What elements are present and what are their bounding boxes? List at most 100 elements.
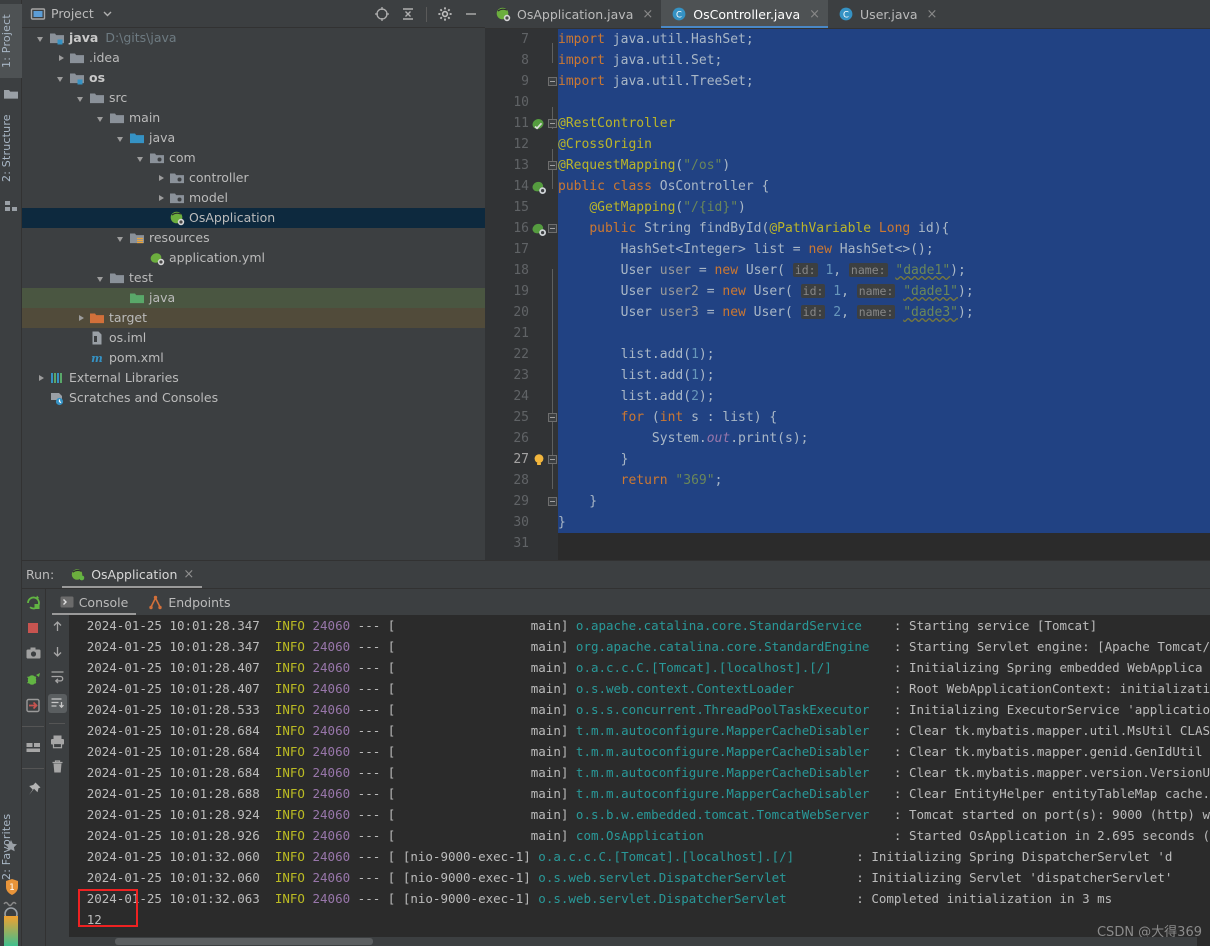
fold-toggle-icon[interactable] bbox=[548, 119, 557, 128]
tree-item-main[interactable]: main bbox=[22, 108, 485, 128]
tree-item-src[interactable]: src bbox=[22, 88, 485, 108]
tree-item-test[interactable]: test bbox=[22, 268, 485, 288]
fold-toggle-icon[interactable] bbox=[548, 455, 557, 464]
line-number: 30 bbox=[513, 515, 529, 530]
minimize-icon[interactable] bbox=[463, 6, 479, 22]
tree-item-java[interactable]: java bbox=[22, 288, 485, 308]
class-icon: C bbox=[838, 6, 854, 22]
console-pane: Console Endpoints CSDN @大得369 2024-01-25… bbox=[45, 589, 1210, 946]
code-editor[interactable]: 7 import java.util.HashSet; 8 import java.u… bbox=[485, 29, 1210, 560]
close-tab-icon[interactable]: × bbox=[809, 7, 820, 22]
console-output[interactable]: CSDN @大得369 2024-01-25 10:01:28.347 INFO… bbox=[68, 615, 1210, 946]
chevron-right-icon[interactable] bbox=[156, 193, 167, 204]
project-chevron-down-icon[interactable] bbox=[102, 8, 113, 19]
fold-toggle-icon[interactable] bbox=[548, 161, 557, 170]
fold-toggle-icon[interactable] bbox=[548, 497, 557, 506]
fold-toggle-icon[interactable] bbox=[548, 77, 557, 86]
layout-icon[interactable] bbox=[25, 739, 42, 756]
intention-bulb-icon[interactable] bbox=[531, 452, 546, 467]
problems-badge-icon[interactable]: 1 bbox=[3, 878, 21, 896]
editor-tab-osapplication-java[interactable]: OsApplication.java × bbox=[485, 0, 661, 28]
chevron-down-icon[interactable] bbox=[56, 73, 67, 84]
code-line-27: 27 } bbox=[485, 449, 1210, 470]
chevron-right-icon[interactable] bbox=[156, 173, 167, 184]
tree-item-os[interactable]: os bbox=[22, 68, 485, 88]
line-number: 24 bbox=[513, 389, 529, 404]
fold-toggle-icon[interactable] bbox=[548, 224, 557, 233]
tree-item-java[interactable]: java D:\gits\java bbox=[22, 28, 485, 48]
tree-item-controller[interactable]: controller bbox=[22, 168, 485, 188]
run-config-tab[interactable]: OsApplication × bbox=[62, 561, 203, 588]
print-icon[interactable] bbox=[50, 734, 65, 749]
tree-item-external-libraries[interactable]: External Libraries bbox=[22, 368, 485, 388]
spring-endpoint-icon[interactable] bbox=[531, 221, 546, 236]
line-number: 9 bbox=[521, 74, 529, 89]
console-scroll-thumb[interactable] bbox=[114, 938, 373, 945]
tree-item-model[interactable]: model bbox=[22, 188, 485, 208]
locate-icon[interactable] bbox=[374, 6, 390, 22]
tool-tab-structure[interactable]: 2: Structure bbox=[0, 104, 22, 192]
structure-strip-icon[interactable] bbox=[3, 198, 19, 214]
libraries-icon bbox=[49, 370, 65, 386]
spring-endpoint-icon[interactable] bbox=[531, 179, 546, 194]
tree-item-resources[interactable]: resources bbox=[22, 228, 485, 248]
tree-item-osapplication[interactable]: OsApplication bbox=[22, 208, 485, 228]
soft-wrap-icon[interactable] bbox=[50, 669, 65, 684]
console-horizontal-scrollbar[interactable] bbox=[68, 937, 1197, 946]
code-line-21: 21 bbox=[485, 323, 1210, 344]
editor-tab-user-java[interactable]: C User.java × bbox=[828, 0, 945, 28]
chevron-down-icon[interactable] bbox=[96, 273, 107, 284]
scroll-down-icon[interactable] bbox=[50, 644, 65, 659]
tab-endpoints[interactable]: Endpoints bbox=[140, 590, 238, 615]
code-line-17: 17 HashSet<Integer> list = new HashSet<>… bbox=[485, 239, 1210, 260]
stop-icon[interactable] bbox=[25, 620, 41, 636]
gear-icon[interactable] bbox=[437, 6, 453, 22]
tree-item-pom-xml[interactable]: m pom.xml bbox=[22, 348, 485, 368]
editor-tab-oscontroller-java[interactable]: C OsController.java × bbox=[661, 0, 829, 28]
tree-item-java[interactable]: java bbox=[22, 128, 485, 148]
scratches-icon bbox=[49, 390, 65, 406]
scroll-to-end-icon[interactable] bbox=[47, 694, 67, 713]
chevron-down-icon[interactable] bbox=[36, 33, 47, 44]
chevron-down-icon[interactable] bbox=[136, 153, 147, 164]
tree-item-label: java bbox=[149, 130, 176, 145]
scroll-up-icon[interactable] bbox=[50, 619, 65, 634]
log-level: INFO bbox=[274, 660, 305, 675]
chevron-down-icon[interactable] bbox=[96, 113, 107, 124]
exit-icon[interactable] bbox=[25, 697, 42, 714]
fold-toggle-icon[interactable] bbox=[548, 413, 557, 422]
chevron-right-icon[interactable] bbox=[36, 373, 47, 384]
toolbar-divider bbox=[426, 6, 427, 22]
pin-icon[interactable] bbox=[25, 781, 42, 798]
tree-item-os-iml[interactable]: os.iml bbox=[22, 328, 485, 348]
favorites-star-icon[interactable] bbox=[3, 838, 19, 854]
log-pid: 24060 bbox=[312, 870, 351, 885]
debug-icon[interactable] bbox=[25, 671, 42, 688]
tab-console[interactable]: Console bbox=[51, 590, 137, 615]
spring-bean-icon[interactable] bbox=[531, 116, 546, 131]
close-tab-icon[interactable]: × bbox=[927, 7, 938, 22]
tree-item-target[interactable]: target bbox=[22, 308, 485, 328]
project-strip-icon[interactable] bbox=[3, 86, 19, 102]
chevron-down-icon[interactable] bbox=[76, 93, 87, 104]
collapse-all-icon[interactable] bbox=[400, 6, 416, 22]
chevron-down-icon[interactable] bbox=[116, 233, 127, 244]
trash-icon[interactable] bbox=[50, 759, 65, 774]
gradient-indicator-icon bbox=[4, 916, 18, 946]
log-timestamp: 2024-01-25 10:01:28.684 bbox=[86, 723, 260, 738]
tree-item-scratches-and-consoles[interactable]: Scratches and Consoles bbox=[22, 388, 485, 408]
close-run-tab-icon[interactable]: × bbox=[183, 567, 194, 582]
rerun-icon[interactable] bbox=[25, 594, 42, 611]
camera-icon[interactable] bbox=[25, 645, 42, 662]
tree-item-application-yml[interactable]: application.yml bbox=[22, 248, 485, 268]
chevron-right-icon[interactable] bbox=[56, 53, 67, 64]
log-pid: 24060 bbox=[312, 807, 351, 822]
tree-item-label: target bbox=[109, 310, 148, 325]
close-tab-icon[interactable]: × bbox=[642, 7, 653, 22]
chevron-right-icon[interactable] bbox=[76, 313, 87, 324]
tree-item-com[interactable]: com bbox=[22, 148, 485, 168]
chevron-down-icon[interactable] bbox=[116, 133, 127, 144]
project-tree[interactable]: java D:\gits\java .idea os src main java com con… bbox=[22, 28, 485, 560]
tool-tab-project[interactable]: 1: Project bbox=[0, 4, 22, 78]
tree-item--idea[interactable]: .idea bbox=[22, 48, 485, 68]
